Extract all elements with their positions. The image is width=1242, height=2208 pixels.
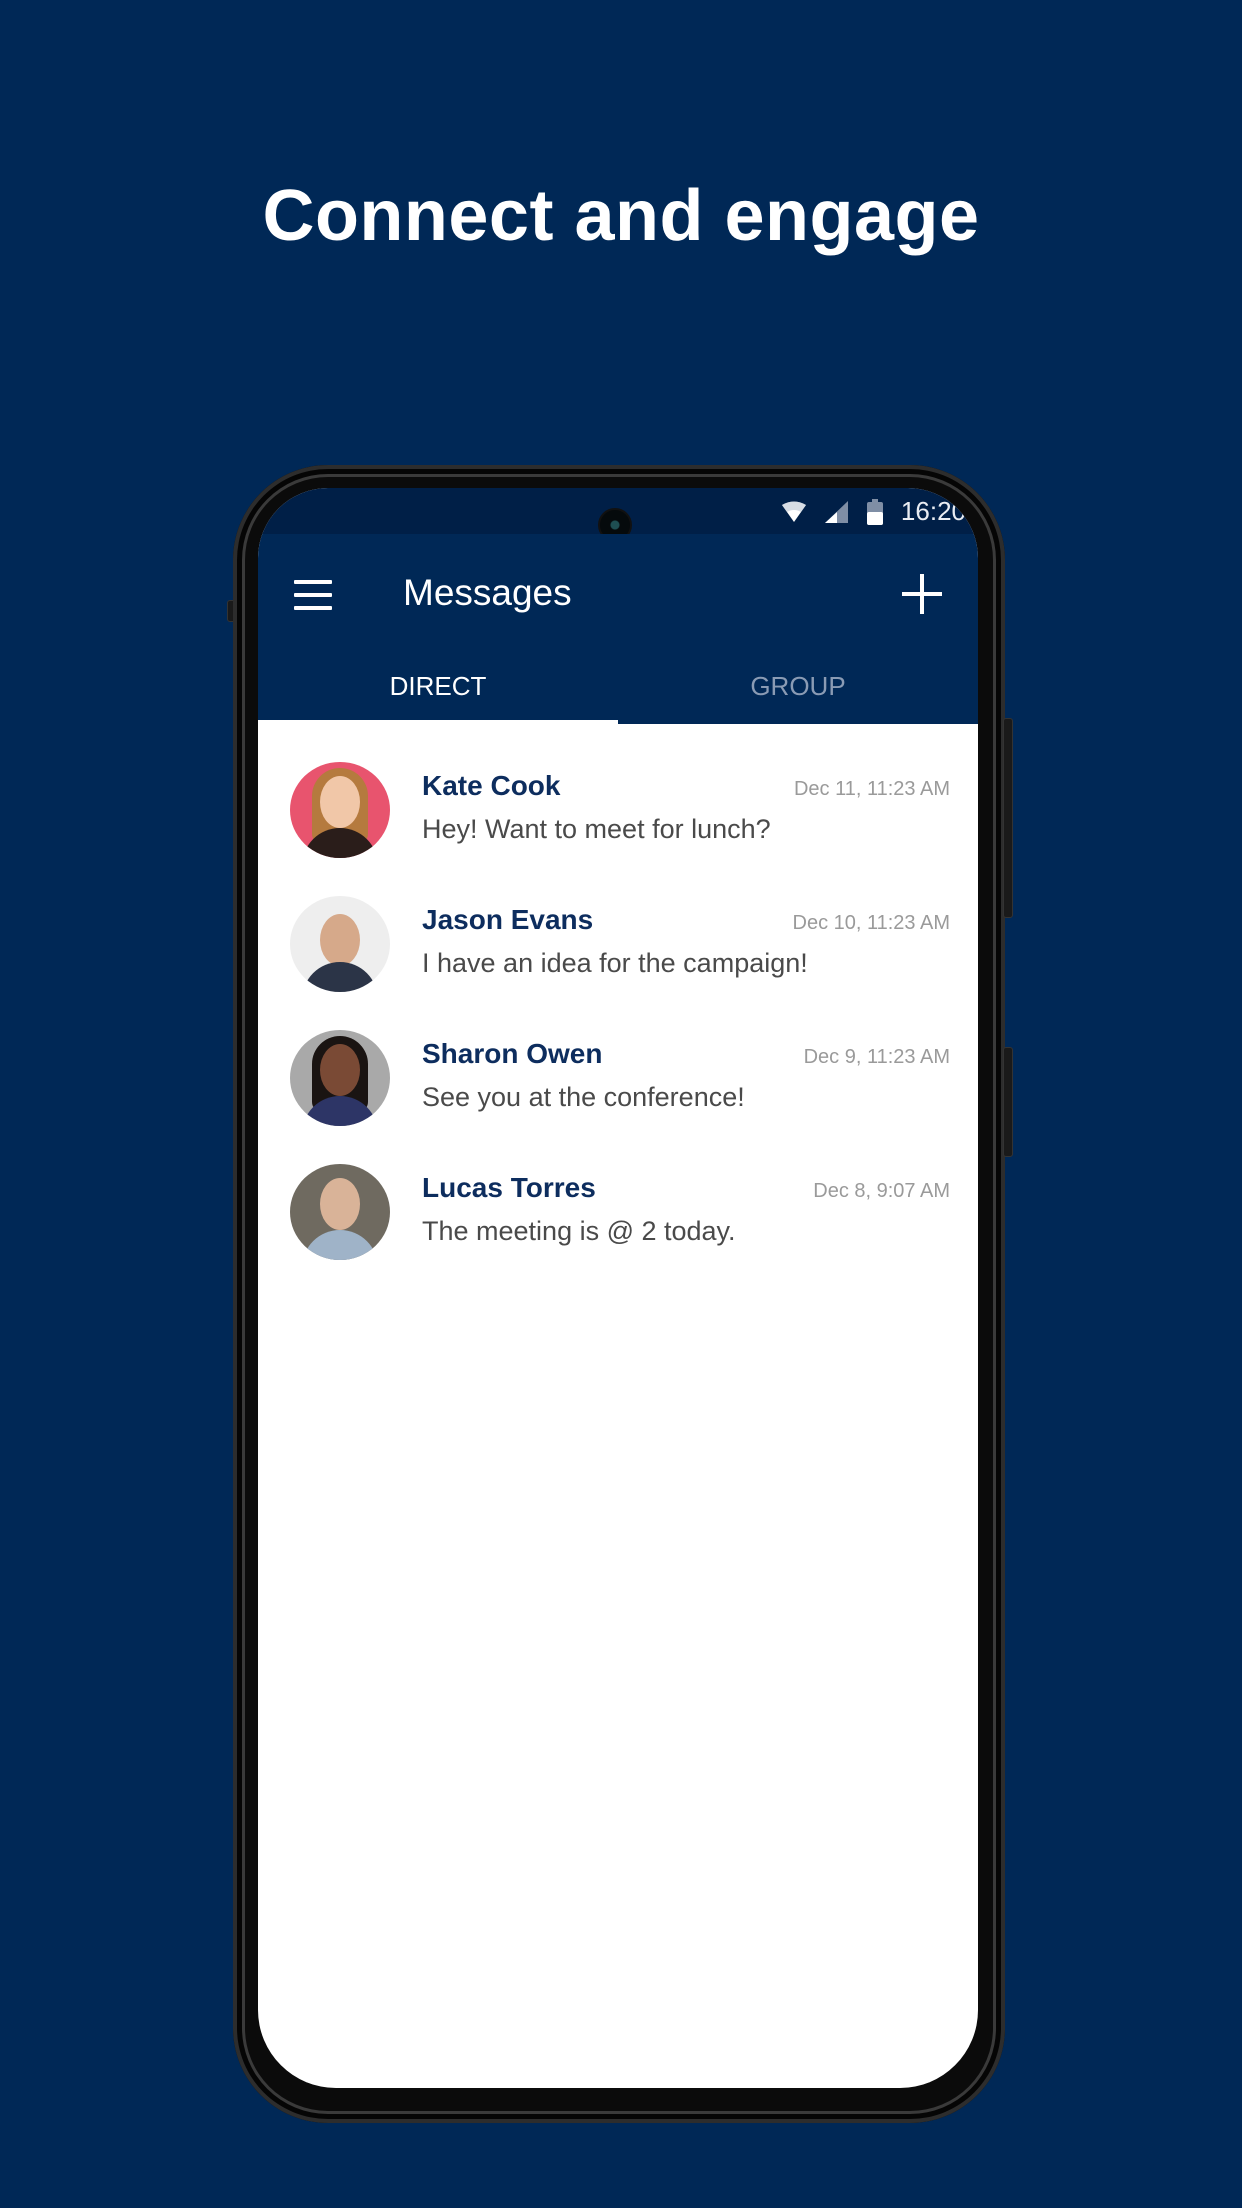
conversation-row[interactable]: Kate Cook Dec 11, 11:23 AM Hey! Want to … [258, 740, 978, 874]
conversation-list: Kate Cook Dec 11, 11:23 AM Hey! Want to … [258, 724, 978, 1276]
hamburger-menu-icon[interactable] [294, 580, 332, 610]
conversation-row[interactable]: Jason Evans Dec 10, 11:23 AM I have an i… [258, 874, 978, 1008]
volume-button [1003, 1047, 1013, 1157]
tab-group[interactable]: GROUP [618, 658, 978, 724]
signal-icon [824, 500, 848, 523]
contact-name: Kate Cook [422, 770, 561, 801]
message-preview: The meeting is @ 2 today. [422, 1216, 736, 1246]
avatar [290, 1164, 390, 1260]
message-timestamp: Dec 11, 11:23 AM [793, 778, 950, 800]
headline: Connect and engage [262, 176, 980, 256]
power-button [1003, 718, 1013, 918]
message-preview: Hey! Want to meet for lunch? [422, 814, 771, 844]
message-preview: See you at the conference! [422, 1082, 745, 1112]
page-title: Messages [403, 572, 572, 613]
avatar [290, 1030, 390, 1126]
avatar [290, 762, 390, 858]
tab-direct[interactable]: DIRECT [258, 658, 618, 724]
app-bar: Messages [258, 534, 978, 658]
status-bar: 16:20 [258, 488, 978, 542]
tab-bar: DIRECT GROUP [258, 658, 978, 724]
phone-screen: 16:20 Messages DIRECT GROUP Kate Cook De… [258, 488, 978, 2088]
message-timestamp: Dec 8, 9:07 AM [813, 1180, 950, 1202]
message-timestamp: Dec 10, 11:23 AM [792, 912, 951, 934]
wifi-icon [781, 501, 806, 522]
avatar [290, 896, 390, 992]
contact-name: Sharon Owen [422, 1038, 603, 1069]
conversation-row[interactable]: Sharon Owen Dec 9, 11:23 AM See you at t… [258, 1008, 978, 1142]
conversation-row[interactable]: Lucas Torres Dec 8, 9:07 AM The meeting … [258, 1142, 978, 1276]
message-timestamp: Dec 9, 11:23 AM [803, 1046, 950, 1068]
contact-name: Jason Evans [422, 904, 594, 935]
status-time: 16:20 [900, 496, 966, 526]
status-icons: 16:20 [781, 496, 966, 527]
contact-name: Lucas Torres [422, 1172, 596, 1203]
plus-icon[interactable] [902, 574, 942, 614]
message-preview: I have an idea for the campaign! [422, 948, 808, 978]
battery-icon [866, 498, 883, 525]
